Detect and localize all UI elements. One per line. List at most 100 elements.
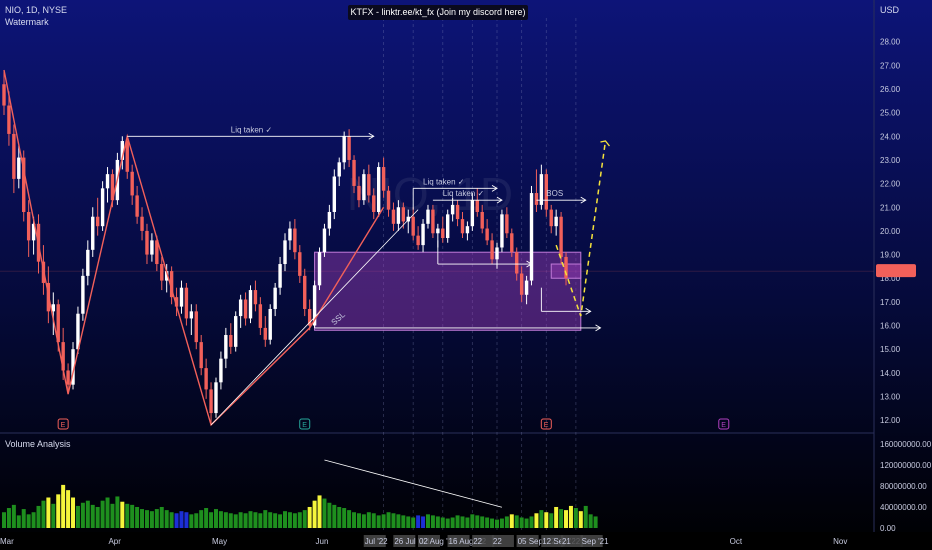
volume-bar [120, 501, 125, 528]
volume-bar [258, 513, 263, 528]
candle-body [7, 105, 11, 134]
time-overlay-label: Jul '22 [365, 537, 388, 546]
price-tick-label: 24.00 [880, 132, 901, 141]
volume-bar [278, 514, 283, 528]
candle-body [2, 84, 6, 106]
volume-bar [75, 505, 80, 528]
candle-body [125, 141, 129, 172]
candle-body [258, 304, 263, 328]
time-tick-label: Mar [0, 537, 14, 546]
volume-bar [396, 514, 401, 528]
volume-bar [26, 514, 31, 528]
last-price-tag [876, 264, 916, 278]
candle-body [248, 290, 253, 319]
candle-body [140, 216, 144, 231]
candle-body [26, 211, 31, 241]
volume-bar [564, 510, 569, 528]
time-axis[interactable]: MarAprMayJunJulOctNovDecJul '2226 Jul '2… [0, 532, 932, 550]
time-tick-label: May [212, 537, 227, 546]
volume-bar [61, 484, 66, 528]
volume-bar [2, 512, 6, 528]
candle-body [441, 228, 445, 239]
candle-body [416, 235, 420, 246]
candle-body [214, 382, 218, 414]
candle-body [386, 190, 391, 210]
candle-body [150, 240, 154, 255]
candle-body [12, 133, 16, 179]
candle-body [475, 200, 479, 212]
earnings-marker-label: E [544, 422, 549, 429]
volume-bar [56, 494, 61, 528]
volume-bar [90, 504, 95, 528]
price-tick-label: 14.00 [880, 369, 901, 378]
volume-bar [80, 502, 85, 528]
candle-body [510, 233, 514, 253]
volume-bar [425, 514, 430, 528]
candle-body [367, 174, 371, 196]
volume-bar [140, 509, 145, 528]
price-tick-label: 27.00 [880, 61, 901, 70]
candle-body [534, 193, 539, 205]
volume-bar [366, 512, 371, 528]
liq-taken-label-2: Liq taken ✓ [423, 177, 464, 186]
liq-taken-label-3: Liq taken ✓ [443, 189, 484, 198]
candle-body [515, 252, 519, 274]
volume-bar [352, 512, 357, 528]
candle-body [347, 136, 351, 160]
candle-body [278, 264, 282, 288]
volume-bar [411, 517, 416, 528]
volume-bar [524, 518, 529, 528]
candle-body [238, 299, 243, 317]
volume-bar [233, 514, 238, 528]
volume-bar [312, 500, 317, 528]
signal-banner: KTFX - linktr.ee/kt_fx (Join my discord … [348, 5, 528, 20]
volume-bar [529, 516, 534, 528]
volume-bar [495, 519, 499, 528]
volume-bar [223, 512, 228, 528]
price-tick-label: 19.00 [880, 251, 901, 260]
candle-body [372, 195, 376, 212]
volume-bar [465, 517, 470, 528]
price-tick-label: 23.00 [880, 156, 901, 165]
currency-label: USD [880, 5, 900, 15]
volume-bar [519, 517, 524, 528]
volume-bar [583, 505, 588, 528]
price-tick-label: 25.00 [880, 109, 901, 118]
candle-body [189, 311, 194, 319]
symbol-title: NIO, 1D, NYSE [5, 5, 68, 15]
volume-bar [327, 502, 332, 528]
price-tick-label: 12.00 [880, 416, 901, 425]
candle-body [66, 370, 70, 385]
volume-bar [51, 503, 56, 528]
candle-body [209, 389, 213, 414]
volume-bar [549, 513, 554, 528]
candle-body [411, 216, 415, 236]
earnings-marker-label: E [61, 422, 66, 429]
volume-bar [490, 518, 495, 528]
volume-bar [228, 513, 233, 528]
candle-body [130, 171, 134, 196]
volume-bar [475, 515, 480, 528]
volume-bar [71, 497, 76, 528]
volume-bar [46, 497, 51, 528]
candle-body [529, 193, 534, 281]
chart-canvas[interactable]: NIO, 1D 28.00 27.00 26.00 25.00 24.00 23.00 22… [0, 0, 932, 550]
candle-body [357, 185, 361, 201]
volume-bar [154, 509, 159, 528]
candle-body [204, 368, 208, 390]
price-axis[interactable]: 28.00 27.00 26.00 25.00 24.00 23.00 22.00 21.00… [876, 38, 916, 426]
volume-panel: 160000000.00 120000000.00 80000000.00 40000… [2, 440, 932, 533]
candle-body [362, 174, 366, 201]
volume-panel-title[interactable]: Volume Analysis [5, 439, 71, 449]
watermark-indicator-label[interactable]: Watermark [5, 17, 49, 27]
volume-bar [194, 513, 199, 528]
time-tick-label: Nov [833, 537, 847, 546]
volume-bar [450, 517, 455, 528]
candle-body [298, 252, 302, 276]
candle-body [376, 167, 381, 212]
volume-bar [440, 517, 445, 528]
candle-body [381, 167, 386, 191]
candle-body [549, 209, 553, 227]
price-tick-label: 15.00 [880, 345, 901, 354]
chart-window: { "header": { "symbol_line": "NIO, 1D, N… [0, 0, 932, 550]
